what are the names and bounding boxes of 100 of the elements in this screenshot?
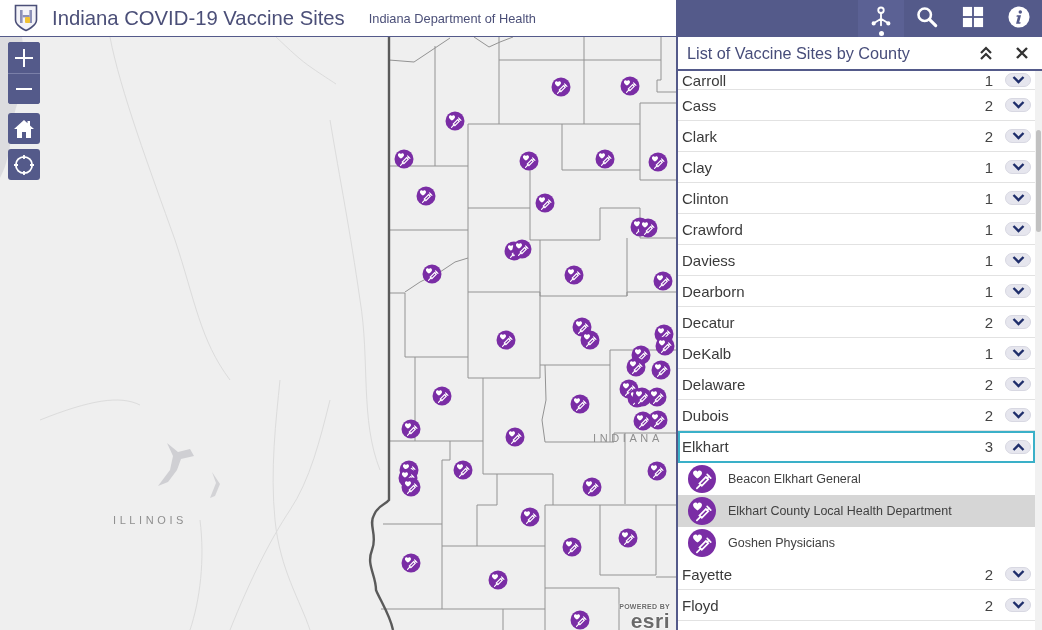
expand-toggle[interactable] — [1005, 346, 1031, 360]
vaccine-marker-icon[interactable] — [496, 330, 516, 350]
vaccine-marker-icon[interactable] — [562, 537, 582, 557]
close-icon — [1014, 45, 1030, 61]
expand-toggle[interactable] — [1005, 191, 1031, 205]
county-row[interactable]: Clark 2 — [678, 121, 1035, 152]
vaccine-marker-icon[interactable] — [570, 610, 590, 630]
chevron-down-icon — [1011, 601, 1025, 609]
site-count: 1 — [984, 71, 993, 89]
vaccine-marker-icon[interactable] — [432, 386, 452, 406]
county-name: Clark — [682, 127, 718, 145]
search-icon — [916, 6, 938, 28]
expand-toggle[interactable] — [1005, 567, 1031, 581]
vaccine-marker-icon[interactable] — [626, 357, 646, 377]
county-name: Clinton — [682, 189, 730, 207]
county-name: Elkhart — [682, 438, 730, 455]
county-name: Dearborn — [682, 282, 746, 300]
vaccine-marker-icon[interactable] — [651, 360, 671, 380]
vaccine-marker-icon — [688, 529, 716, 557]
county-name: Decatur — [682, 313, 736, 331]
vaccine-marker-icon[interactable] — [647, 461, 667, 481]
vaccine-marker-icon[interactable] — [394, 149, 414, 169]
expand-toggle[interactable] — [1005, 439, 1031, 454]
vaccine-marker-icon[interactable] — [595, 149, 615, 169]
vaccine-marker-icon[interactable] — [519, 151, 539, 171]
county-row[interactable]: Clinton 1 — [678, 183, 1035, 214]
vaccine-marker-icon[interactable] — [401, 419, 421, 439]
chevron-down-icon — [1011, 411, 1025, 419]
site-count: 2 — [984, 596, 993, 614]
county-row[interactable]: Cass 2 — [678, 90, 1035, 121]
vaccine-marker-icon[interactable] — [647, 387, 667, 407]
vaccine-marker-icon[interactable] — [445, 111, 465, 131]
pin-branch-icon — [870, 6, 892, 28]
vaccine-marker-icon[interactable] — [416, 186, 436, 206]
vaccine-marker-icon[interactable] — [453, 460, 473, 480]
county-row[interactable]: Fayette 2 — [678, 559, 1035, 590]
site-count: 1 — [984, 158, 993, 176]
vaccine-marker-icon[interactable] — [638, 218, 658, 238]
minus-icon — [16, 88, 32, 90]
county-name: Clay — [682, 158, 713, 176]
expand-toggle[interactable] — [1005, 129, 1031, 143]
vaccine-marker-icon[interactable] — [520, 507, 540, 527]
expand-toggle[interactable] — [1005, 160, 1031, 174]
crosshair-icon — [13, 153, 35, 176]
vaccine-marker-icon[interactable] — [580, 330, 600, 350]
vaccine-marker-icon[interactable] — [655, 336, 675, 356]
chevron-down-icon — [1011, 287, 1025, 295]
expand-toggle[interactable] — [1005, 73, 1031, 87]
vaccine-marker-icon[interactable] — [620, 76, 640, 96]
vaccine-marker-icon[interactable] — [582, 477, 602, 497]
vaccine-marker-icon[interactable] — [564, 265, 584, 285]
vaccine-marker-icon[interactable] — [551, 77, 571, 97]
county-row[interactable]: Dubois 2 — [678, 400, 1035, 431]
map-label: ILLINOIS — [113, 514, 188, 527]
site-row[interactable]: Elkhart County Local Health Department — [678, 495, 1035, 527]
shield-logo-icon — [14, 4, 38, 32]
county-row[interactable]: Daviess 1 — [678, 245, 1035, 276]
county-row[interactable]: Crawford 1 — [678, 214, 1035, 245]
nearby-button[interactable] — [858, 0, 904, 37]
expand-toggle[interactable] — [1005, 408, 1031, 422]
site-count: 2 — [984, 375, 993, 393]
county-row[interactable]: Delaware 2 — [678, 369, 1035, 400]
county-name: Fayette — [682, 565, 734, 583]
county-row[interactable]: Carroll 1 — [678, 71, 1035, 90]
county-row[interactable]: Clay 1 — [678, 152, 1035, 183]
expand-toggle[interactable] — [1005, 377, 1031, 391]
scrollbar-thumb[interactable] — [1036, 130, 1041, 232]
county-row[interactable]: Decatur 2 — [678, 307, 1035, 338]
site-row[interactable]: Goshen Physicians — [678, 527, 1035, 559]
vaccine-marker-icon[interactable] — [535, 193, 555, 213]
expand-toggle[interactable] — [1005, 222, 1031, 236]
vaccine-marker-icon[interactable] — [401, 553, 421, 573]
vaccine-marker-icon[interactable] — [653, 271, 673, 291]
expand-toggle[interactable] — [1005, 253, 1031, 267]
county-row[interactable]: DeKalb 1 — [678, 338, 1035, 369]
vaccine-marker-icon[interactable] — [512, 239, 532, 259]
vaccine-marker-icon[interactable] — [648, 410, 668, 430]
chevron-down-icon — [1011, 380, 1025, 388]
vaccine-marker-icon[interactable] — [401, 477, 421, 497]
site-count: 1 — [984, 282, 993, 300]
expand-toggle[interactable] — [1005, 598, 1031, 612]
expand-toggle[interactable] — [1005, 315, 1031, 329]
vaccine-marker-icon[interactable] — [570, 394, 590, 414]
site-count: 2 — [984, 406, 993, 424]
site-row[interactable]: Beacon Elkhart General — [678, 463, 1035, 495]
vaccine-marker-icon[interactable] — [422, 264, 442, 284]
county-row[interactable]: Elkhart 3 — [678, 431, 1035, 463]
vaccine-marker-icon[interactable] — [488, 570, 508, 590]
county-row[interactable]: Dearborn 1 — [678, 276, 1035, 307]
chevron-down-icon — [1011, 570, 1025, 578]
county-row[interactable]: Floyd 2 — [678, 590, 1035, 621]
site-name: Beacon Elkhart General — [728, 472, 861, 486]
zoom-out-button[interactable] — [8, 73, 40, 104]
home-icon — [13, 117, 35, 140]
vaccine-marker-icon[interactable] — [505, 427, 525, 447]
vaccine-marker-icon[interactable] — [648, 152, 668, 172]
vaccine-marker-icon[interactable] — [618, 528, 638, 548]
expand-toggle[interactable] — [1005, 284, 1031, 298]
chevron-down-icon — [1011, 101, 1025, 109]
expand-toggle[interactable] — [1005, 98, 1031, 112]
